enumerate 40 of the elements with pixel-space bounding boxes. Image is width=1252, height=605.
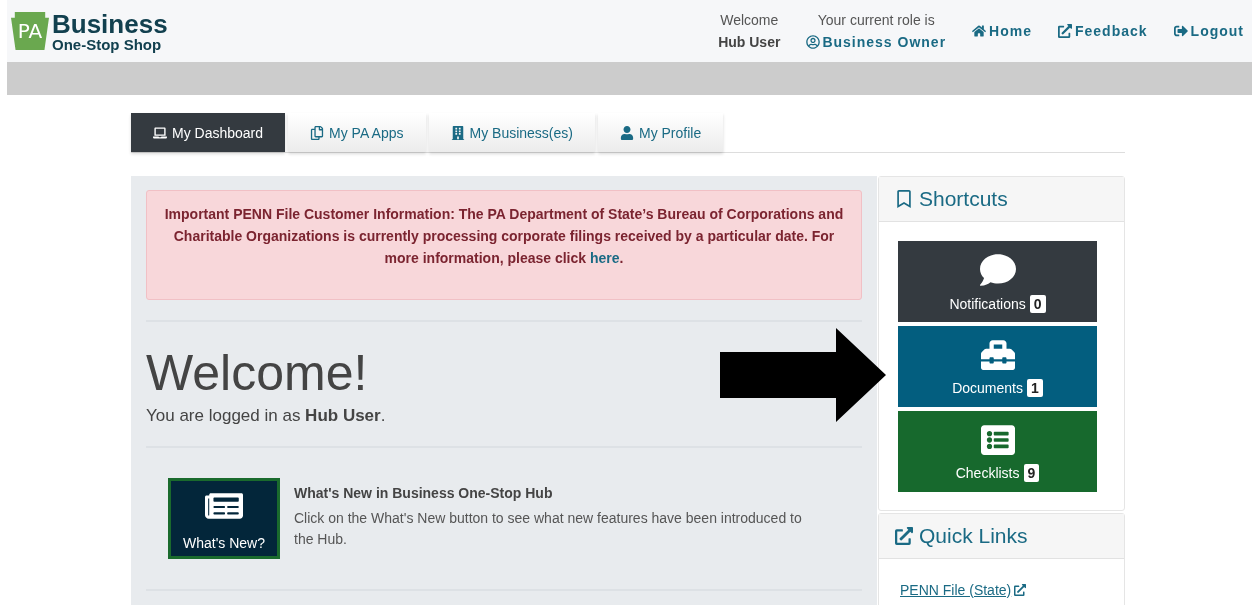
shortcut-tile[interactable]: Notifications 0: [898, 241, 1097, 322]
user-name: Hub User: [718, 34, 781, 50]
home-icon: [972, 24, 987, 38]
nav-link[interactable]: Feedback: [1058, 23, 1148, 39]
list-icon: [980, 422, 1015, 457]
here-link[interactable]: here: [589, 250, 620, 266]
external-link-icon: [1058, 24, 1072, 38]
external-link-icon: [1014, 584, 1027, 596]
shortcuts-header: Shortcuts: [879, 177, 1124, 222]
speech-bubble-icon: [979, 251, 1016, 288]
user-icon: [619, 125, 634, 140]
logo-title: Business: [52, 10, 168, 37]
logo-mark: PA: [11, 12, 49, 50]
laptop-icon: [153, 125, 167, 140]
whats-new-text: Click on the What's New button to see what new features have been introduced to the Hub.: [294, 509, 803, 549]
copy-icon: [310, 125, 325, 140]
building-icon: [450, 125, 465, 140]
nav-link[interactable]: Logout: [1173, 23, 1244, 39]
bookmark-icon: [895, 190, 913, 208]
welcome-label: Welcome: [720, 12, 779, 28]
alert-message: Important PENN File Customer Information: The PA Department of State’s Bureau of Corporations and Charitable Organizations is currently processing corporate filings received by a particular date. For more information, please click here.: [146, 190, 862, 300]
nav-link[interactable]: Home: [972, 23, 1032, 39]
role-label: Your current role is: [817, 12, 935, 28]
tab[interactable]: My Profile: [597, 113, 724, 152]
whats-new-title: What's New in Business One-Stop Hub: [294, 484, 554, 503]
quick-links-header: Quick Links: [879, 514, 1124, 559]
welcome-heading: Welcome!: [146, 344, 368, 402]
tab[interactable]: My PA Apps: [288, 113, 426, 152]
quick-link[interactable]: PENN File (State): [900, 582, 1027, 598]
external-link-icon: [895, 527, 913, 545]
tab[interactable]: My Business(es): [428, 113, 595, 152]
shortcut-tile[interactable]: Documents 1: [898, 326, 1097, 407]
logout-icon: [1173, 24, 1188, 38]
logged-in-text: You are logged in as Hub User.: [146, 406, 387, 426]
whats-new-button[interactable]: What's New?: [168, 478, 280, 559]
role-link[interactable]: Business Owner: [806, 34, 947, 50]
toolbox-icon: [980, 337, 1015, 372]
shortcut-tile[interactable]: Checklists 9: [898, 411, 1097, 492]
tab[interactable]: My Dashboard: [131, 113, 286, 152]
logo-subtitle: One-Stop Shop: [52, 36, 163, 52]
